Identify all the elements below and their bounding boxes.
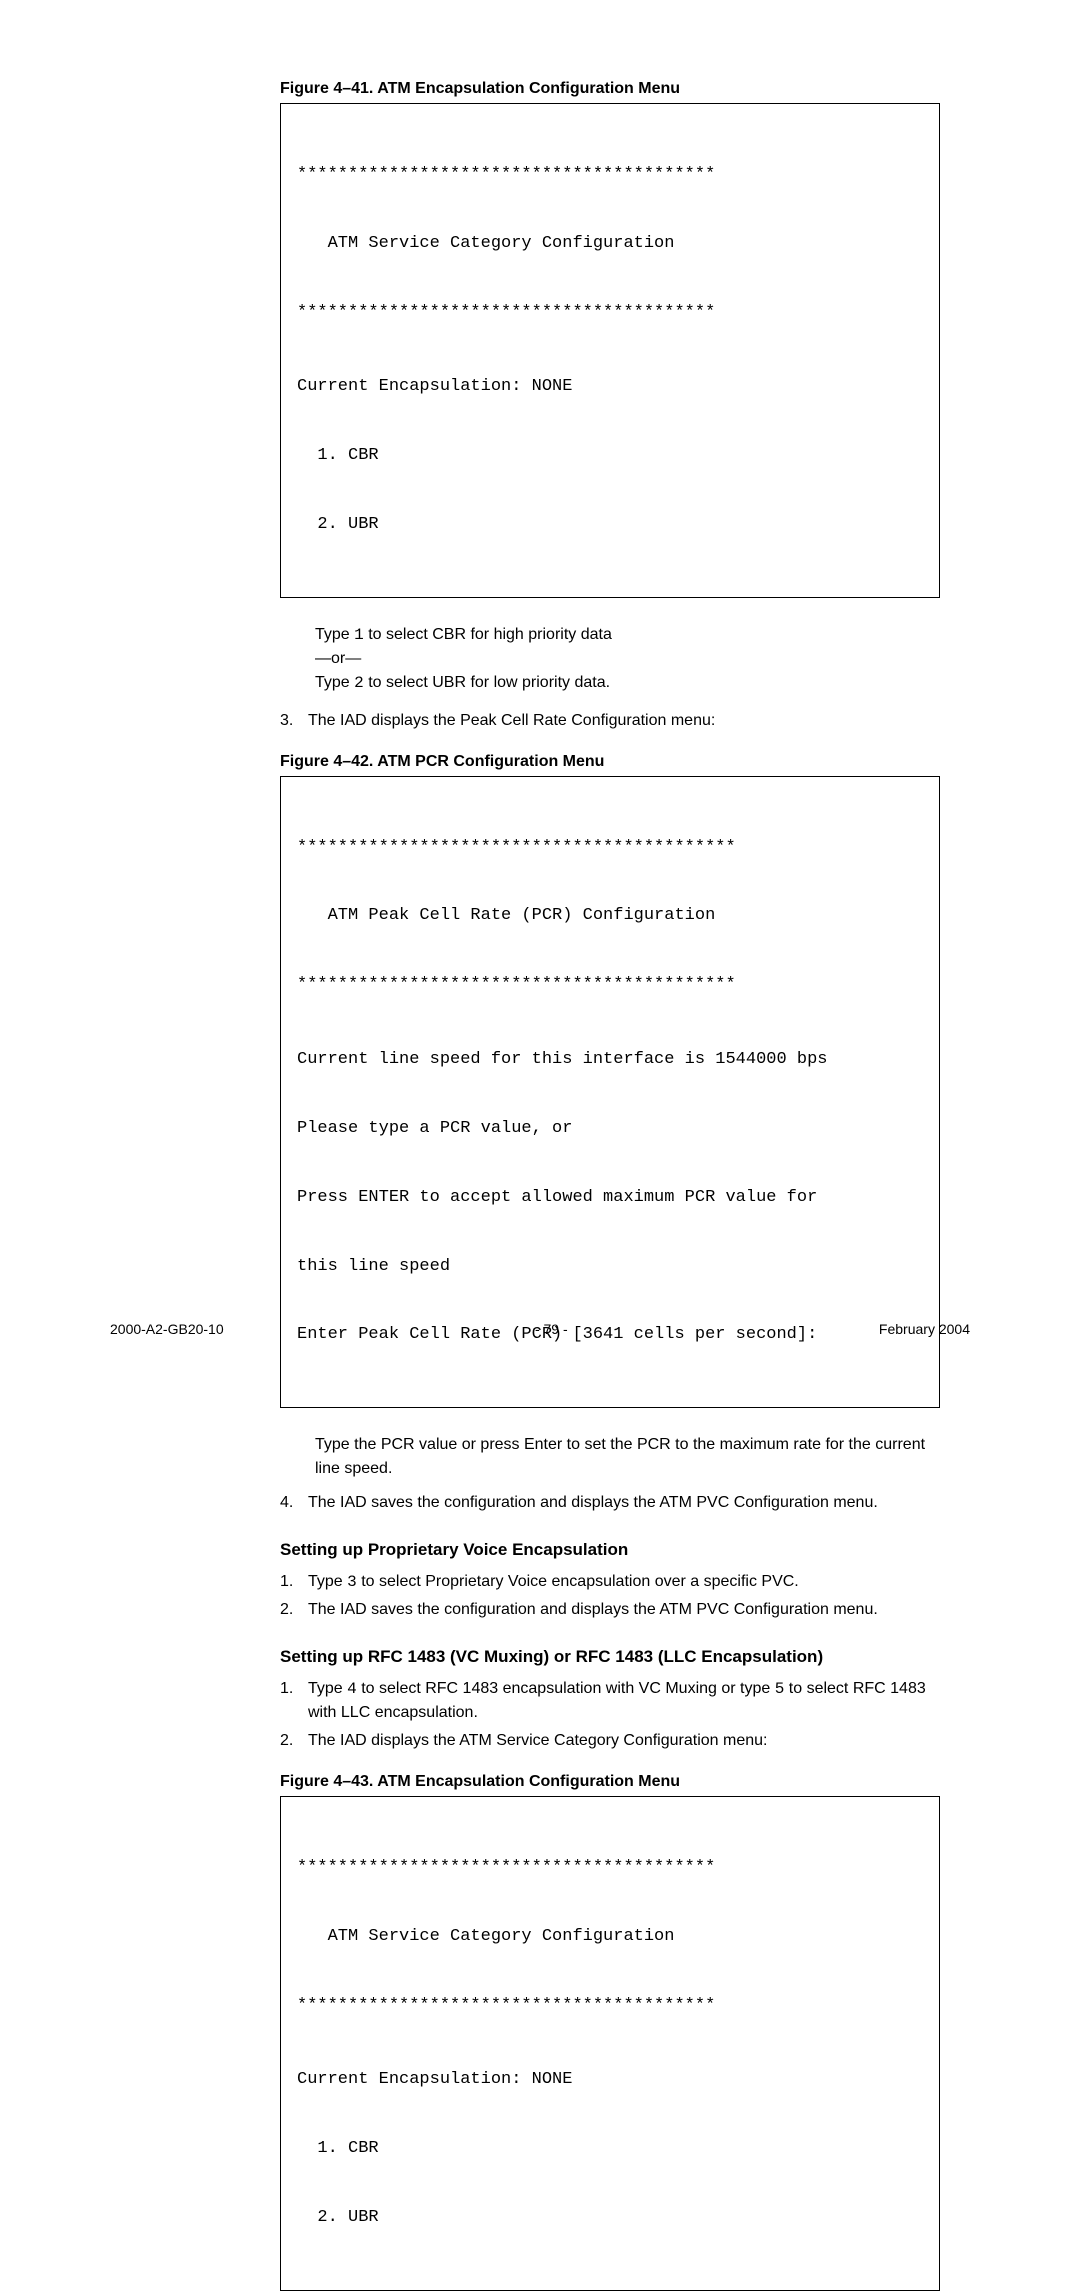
section-a-heading: Setting up Proprietary Voice Encapsulati… xyxy=(280,1540,940,1560)
fig41-box: ****************************************… xyxy=(280,103,940,598)
code-line: Current Encapsulation: NONE xyxy=(297,376,923,399)
doc-date: February 2004 xyxy=(879,1321,970,1337)
code-line: ****************************************… xyxy=(297,974,923,997)
step-text: Type 3 to select Proprietary Voice encap… xyxy=(308,1570,799,1594)
step-num: 2. xyxy=(280,1729,308,1753)
step-text: The IAD saves the configuration and disp… xyxy=(308,1598,878,1622)
code-line: Current line speed for this interface is… xyxy=(297,1049,923,1072)
inst-text: to select UBR for low priority data. xyxy=(364,674,610,691)
code-line: Current Encapsulation: NONE xyxy=(297,2069,923,2092)
code-line: ****************************************… xyxy=(297,1995,923,2018)
step-text: Type 4 to select RFC 1483 encapsulation … xyxy=(308,1677,940,1725)
section-a-item1: 1. Type 3 to select Proprietary Voice en… xyxy=(280,1570,940,1594)
step-text: The IAD displays the ATM Service Categor… xyxy=(308,1729,767,1753)
step-num: 1. xyxy=(280,1570,308,1594)
fig42-box: ****************************************… xyxy=(280,776,940,1408)
step-3: 3. The IAD displays the Peak Cell Rate C… xyxy=(280,709,940,733)
inst-code: 2 xyxy=(354,674,364,692)
code: 5 xyxy=(775,1680,785,1698)
code-line: 2. UBR xyxy=(297,2207,923,2230)
code-line: ****************************************… xyxy=(297,1857,923,1880)
section-a-item2: 2. The IAD saves the configuration and d… xyxy=(280,1598,940,1622)
code-line: 1. CBR xyxy=(297,2138,923,2161)
inst-line: Type 2 to select UBR for low priority da… xyxy=(315,671,940,695)
inst-block-2: Type the PCR value or press Enter to set… xyxy=(315,1433,940,1481)
doc-id: 2000-A2-GB20-10 xyxy=(110,1321,224,1337)
text: to select Proprietary Voice encapsulatio… xyxy=(357,1573,799,1590)
inst-code: 1 xyxy=(354,626,364,644)
code-line: Please type a PCR value, or xyxy=(297,1118,923,1141)
code: 4 xyxy=(347,1680,357,1698)
section-b-heading: Setting up RFC 1483 (VC Muxing) or RFC 1… xyxy=(280,1647,940,1667)
inst-or: —or— xyxy=(315,647,940,671)
code-line: 1. CBR xyxy=(297,445,923,468)
code-line: ATM Peak Cell Rate (PCR) Configuration xyxy=(297,905,923,928)
page-footer: 2000-A2-GB20-10 - 79 - February 2004 xyxy=(110,1321,970,1337)
section-b-item1: 1. Type 4 to select RFC 1483 encapsulati… xyxy=(280,1677,940,1725)
step-text: The IAD displays the Peak Cell Rate Conf… xyxy=(308,709,715,733)
inst-text: Type xyxy=(315,674,354,691)
page-content: Figure 4–41. ATM Encapsulation Configura… xyxy=(280,80,940,2291)
inst-text: to select CBR for high priority data xyxy=(364,626,612,643)
inst-text: Type xyxy=(315,626,354,643)
section-b-item2: 2. The IAD displays the ATM Service Cate… xyxy=(280,1729,940,1753)
step-num: 4. xyxy=(280,1491,308,1515)
fig43-box: ****************************************… xyxy=(280,1796,940,2291)
text: Type xyxy=(308,1680,347,1697)
inst-line: Type 1 to select CBR for high priority d… xyxy=(315,623,940,647)
code-line: ****************************************… xyxy=(297,302,923,325)
step-num: 1. xyxy=(280,1677,308,1725)
text: Type xyxy=(308,1573,347,1590)
fig41-caption: Figure 4–41. ATM Encapsulation Configura… xyxy=(280,80,940,98)
inst-block-1: Type 1 to select CBR for high priority d… xyxy=(315,623,940,695)
code: 3 xyxy=(347,1573,357,1591)
code-line: ATM Service Category Configuration xyxy=(297,233,923,256)
code-line: ****************************************… xyxy=(297,837,923,860)
text: to select RFC 1483 encapsulation with VC… xyxy=(357,1680,775,1697)
step-num: 2. xyxy=(280,1598,308,1622)
code-line: ATM Service Category Configuration xyxy=(297,1926,923,1949)
step-4: 4. The IAD saves the configuration and d… xyxy=(280,1491,940,1515)
page-number: - 79 - xyxy=(535,1321,568,1337)
fig43-caption: Figure 4–43. ATM Encapsulation Configura… xyxy=(280,1773,940,1791)
code-line: 2. UBR xyxy=(297,514,923,537)
fig42-caption: Figure 4–42. ATM PCR Configuration Menu xyxy=(280,753,940,771)
code-line: this line speed xyxy=(297,1256,923,1279)
step-text: The IAD saves the configuration and disp… xyxy=(308,1491,878,1515)
code-line: ****************************************… xyxy=(297,164,923,187)
code-line: Press ENTER to accept allowed maximum PC… xyxy=(297,1187,923,1210)
step-num: 3. xyxy=(280,709,308,733)
